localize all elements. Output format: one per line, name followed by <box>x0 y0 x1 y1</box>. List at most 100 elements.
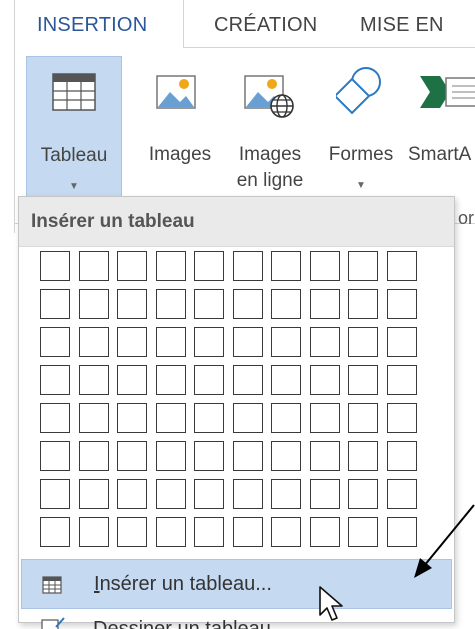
table-grid-cell[interactable] <box>40 403 70 433</box>
table-grid-cell[interactable] <box>387 441 417 471</box>
draw-table-icon <box>41 617 65 629</box>
shapes-icon <box>336 67 381 115</box>
table-grid-cell[interactable] <box>117 327 147 357</box>
table-grid-cell[interactable] <box>79 403 109 433</box>
table-grid-cell[interactable] <box>387 479 417 509</box>
table-grid-cell[interactable] <box>271 251 301 281</box>
table-grid-cell[interactable] <box>117 403 147 433</box>
table-grid-cell[interactable] <box>79 289 109 319</box>
table-grid-cell[interactable] <box>117 479 147 509</box>
table-grid-cell[interactable] <box>233 289 263 319</box>
menu-draw-table-label: Dessiner un tableau <box>93 618 271 629</box>
table-grid-cell[interactable] <box>271 365 301 395</box>
table-grid-cell[interactable] <box>156 479 186 509</box>
table-grid-cell[interactable] <box>79 365 109 395</box>
table-grid-cell[interactable] <box>79 517 109 547</box>
table-grid-cell[interactable] <box>194 517 224 547</box>
table-grid-cell[interactable] <box>387 403 417 433</box>
table-grid-cell[interactable] <box>310 289 340 319</box>
table-grid-cell[interactable] <box>156 289 186 319</box>
table-grid-cell[interactable] <box>348 479 378 509</box>
insert-table-dropdown: Insérer un tableau Insérer un tableau...… <box>18 196 455 629</box>
table-grid-cell[interactable] <box>233 517 263 547</box>
table-grid-cell[interactable] <box>79 327 109 357</box>
online-images-button[interactable]: Images en ligne <box>226 56 314 196</box>
table-grid-cell[interactable] <box>40 327 70 357</box>
table-grid-cell[interactable] <box>117 289 147 319</box>
table-grid-cell[interactable] <box>271 327 301 357</box>
table-grid-cell[interactable] <box>348 403 378 433</box>
table-grid-cell[interactable] <box>271 479 301 509</box>
table-grid-cell[interactable] <box>348 517 378 547</box>
table-grid-cell[interactable] <box>40 365 70 395</box>
table-grid-cell[interactable] <box>156 365 186 395</box>
ribbon-tab-strip: INSERTION CRÉATION MISE EN <box>0 0 475 49</box>
tab-insertion[interactable]: INSERTION <box>14 0 184 48</box>
table-grid-cell[interactable] <box>348 365 378 395</box>
table-grid-cell[interactable] <box>40 251 70 281</box>
images-button[interactable]: Images <box>138 56 222 166</box>
table-grid-cell[interactable] <box>156 517 186 547</box>
table-grid-cell[interactable] <box>79 479 109 509</box>
table-grid-cell[interactable] <box>40 441 70 471</box>
group-label-partial: or <box>458 208 475 228</box>
table-grid-cell[interactable] <box>194 289 224 319</box>
table-grid-cell[interactable] <box>233 251 263 281</box>
tab-creation[interactable]: CRÉATION <box>214 14 317 37</box>
table-grid-cell[interactable] <box>79 441 109 471</box>
table-grid-cell[interactable] <box>310 441 340 471</box>
table-grid-cell[interactable] <box>156 251 186 281</box>
chevron-down-icon: ▼ <box>356 180 366 191</box>
table-grid-cell[interactable] <box>194 479 224 509</box>
menu-insert-table[interactable]: Insérer un tableau... <box>21 559 452 609</box>
table-grid-cell[interactable] <box>348 441 378 471</box>
table-grid-cell[interactable] <box>233 327 263 357</box>
table-grid-cell[interactable] <box>271 289 301 319</box>
table-grid-cell[interactable] <box>310 327 340 357</box>
table-grid-cell[interactable] <box>233 365 263 395</box>
table-grid-cell[interactable] <box>194 441 224 471</box>
shapes-button[interactable]: Formes ▼ <box>318 56 404 196</box>
table-grid-cell[interactable] <box>348 327 378 357</box>
table-grid-cell[interactable] <box>194 251 224 281</box>
table-grid-cell[interactable] <box>233 441 263 471</box>
table-grid-cell[interactable] <box>117 365 147 395</box>
table-grid-cell[interactable] <box>387 365 417 395</box>
table-grid-cell[interactable] <box>117 517 147 547</box>
table-grid-cell[interactable] <box>40 289 70 319</box>
table-grid-cell[interactable] <box>233 403 263 433</box>
smartart-button[interactable]: SmartA <box>408 56 475 166</box>
table-grid-cell[interactable] <box>348 289 378 319</box>
table-grid-cell[interactable] <box>387 289 417 319</box>
table-grid-cell[interactable] <box>156 403 186 433</box>
tableau-button[interactable]: Tableau ▼ <box>26 56 122 202</box>
table-grid-cell[interactable] <box>156 327 186 357</box>
table-grid-cell[interactable] <box>310 479 340 509</box>
table-grid-cell[interactable] <box>271 403 301 433</box>
table-grid-cell[interactable] <box>387 327 417 357</box>
table-grid-cell[interactable] <box>387 251 417 281</box>
table-grid-cell[interactable] <box>310 517 340 547</box>
ribbon-border <box>14 48 15 233</box>
table-grid-cell[interactable] <box>271 441 301 471</box>
table-grid-cell[interactable] <box>348 251 378 281</box>
table-grid-cell[interactable] <box>194 403 224 433</box>
table-grid-cell[interactable] <box>194 327 224 357</box>
table-grid-cell[interactable] <box>194 365 224 395</box>
table-grid-cell[interactable] <box>271 517 301 547</box>
table-grid-cell[interactable] <box>40 479 70 509</box>
table-grid-cell[interactable] <box>117 251 147 281</box>
image-icon <box>156 75 196 109</box>
table-grid-cell[interactable] <box>233 479 263 509</box>
table-grid-cell[interactable] <box>79 251 109 281</box>
table-grid-cell[interactable] <box>117 441 147 471</box>
table-grid-cell[interactable] <box>387 517 417 547</box>
table-grid-cell[interactable] <box>156 441 186 471</box>
menu-draw-table[interactable]: Dessiner un tableau <box>21 609 452 629</box>
table-grid-cell[interactable] <box>40 517 70 547</box>
table-grid-cell[interactable] <box>310 403 340 433</box>
tab-mise-en-page[interactable]: MISE EN <box>360 14 444 37</box>
smartart-icon <box>420 76 475 108</box>
table-grid-cell[interactable] <box>310 365 340 395</box>
table-grid-cell[interactable] <box>310 251 340 281</box>
